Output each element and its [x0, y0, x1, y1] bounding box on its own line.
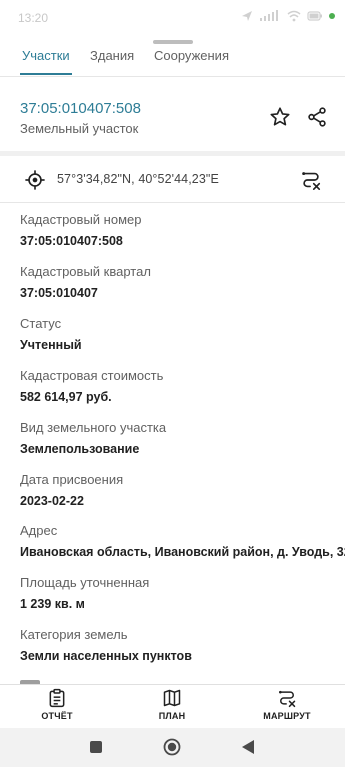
attribute-status: Статус Учтенный [20, 316, 340, 353]
attribute-cadastral-value: Кадастровая стоимость 582 614,97 руб. [20, 368, 340, 405]
attribute-value: Учтенный [20, 338, 82, 352]
send-icon [242, 11, 252, 21]
notification-dot-icon [329, 13, 335, 19]
route-label: МАРШРУТ [263, 711, 311, 721]
attribute-value: 1 239 кв. м [20, 597, 85, 611]
attribute-label: Статус [20, 316, 62, 331]
star-outline-icon [270, 107, 290, 126]
attribute-label: Кадастровая стоимость [20, 368, 164, 383]
attribute-parcel-kind: Вид земельного участка Землепользование [20, 420, 340, 457]
home-circle-icon [163, 738, 181, 756]
bottom-navigation: ОТЧЁТ ПЛАН МАРШРУТ [0, 684, 345, 728]
plan-label: ПЛАН [158, 711, 186, 721]
attribute-land-category: Категория земель Земли населенных пункто… [20, 627, 340, 664]
square-icon [90, 741, 102, 753]
coordinates-text[interactable]: 57°3'34,82"N, 40°52'44,23"E [57, 172, 219, 186]
share-button[interactable] [303, 103, 331, 131]
attribute-value: 2023-02-22 [20, 494, 84, 508]
tab-parcels[interactable]: Участки [22, 48, 70, 63]
object-header: 37:05:010407:508 Земельный участок [0, 77, 345, 151]
home-button[interactable] [163, 738, 181, 761]
share-icon [308, 107, 326, 127]
attribute-value: Землепользование [20, 442, 140, 456]
route-icon [302, 172, 321, 190]
attribute-value: Земли населенных пунктов [20, 649, 192, 663]
attribute-cadastral-number: Кадастровый номер 37:05:010407:508 [20, 212, 340, 249]
attribute-value: Ивановская область, Ивановский район, д.… [20, 545, 345, 559]
object-type: Земельный участок [20, 121, 139, 136]
status-time: 13:20 [18, 11, 49, 25]
route-icon [279, 690, 296, 708]
attribute-value: 37:05:010407:508 [20, 234, 123, 248]
coordinates-row[interactable]: 57°3'34,82"N, 40°52'44,23"E [0, 156, 345, 202]
route-nav-button[interactable]: МАРШРУТ [252, 688, 322, 721]
attribute-label: Кадастровый квартал [20, 264, 151, 279]
attribute-label: Адрес [20, 523, 58, 538]
attribute-value: 37:05:010407 [20, 286, 98, 300]
back-triangle-icon [242, 740, 254, 754]
recents-button[interactable] [89, 740, 103, 759]
status-icons [241, 10, 335, 22]
route-button[interactable] [297, 166, 325, 194]
map-icon [163, 689, 181, 707]
tab-structures[interactable]: Сооружения [154, 48, 229, 63]
attribute-value: 582 614,97 руб. [20, 390, 112, 404]
system-navigation-bar [0, 728, 345, 767]
battery-icon [307, 11, 322, 21]
wifi-icon [287, 10, 301, 22]
tab-buildings[interactable]: Здания [90, 48, 134, 63]
cadastral-number-title: 37:05:010407:508 [20, 100, 141, 117]
plan-button[interactable]: ПЛАН [137, 688, 207, 721]
back-button[interactable] [241, 739, 255, 760]
status-bar: 13:20 [0, 0, 345, 34]
divider [0, 202, 345, 203]
tab-indicator [20, 73, 72, 75]
attribute-label: Вид земельного участка [20, 420, 167, 435]
signal-icon [260, 10, 278, 21]
tabs: Участки Здания Сооружения [0, 44, 345, 76]
locate-button[interactable] [21, 166, 49, 194]
attribute-label: Площадь уточненная [20, 575, 150, 590]
gps-target-icon [25, 170, 45, 190]
attribute-cadastral-quarter: Кадастровый квартал 37:05:010407 [20, 264, 340, 301]
report-label: ОТЧЁТ [41, 711, 73, 721]
favorite-button[interactable] [266, 103, 294, 131]
attribute-refined-area: Площадь уточненная 1 239 кв. м [20, 575, 340, 612]
attribute-assignment-date: Дата присвоения 2023-02-22 [20, 472, 340, 509]
attribute-label: Категория земель [20, 627, 128, 642]
report-button[interactable]: ОТЧЁТ [22, 688, 92, 721]
attribute-label: Кадастровый номер [20, 212, 142, 227]
report-icon [49, 688, 65, 708]
attribute-address: Адрес Ивановская область, Ивановский рай… [20, 523, 345, 560]
attribute-label: Дата присвоения [20, 472, 124, 487]
